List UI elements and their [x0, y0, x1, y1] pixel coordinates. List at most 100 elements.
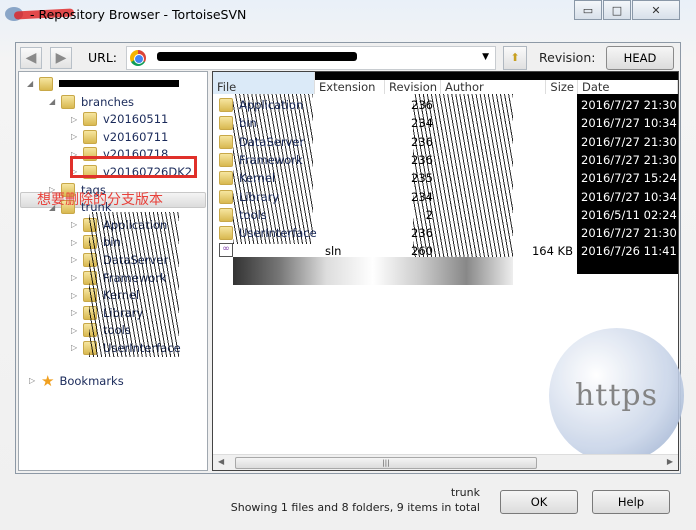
star-icon: ★ [41, 371, 55, 390]
file-date: 2016/7/27 21:30 [581, 152, 677, 167]
file-name: bin [239, 116, 257, 131]
expand-arrow-icon[interactable]: ▷ [71, 238, 83, 247]
tree-item[interactable]: ▷ v20160711 [71, 128, 168, 145]
folder-up-button[interactable]: ⬆ [503, 46, 527, 70]
column-file[interactable]: File [213, 72, 315, 94]
tree-root[interactable]: ◢ [27, 75, 179, 92]
file-date: 2016/7/26 11:41 [581, 244, 677, 259]
back-button[interactable]: ◀ [20, 47, 42, 69]
column-size[interactable]: Size [546, 80, 578, 94]
file-size: 164 KB [531, 244, 573, 259]
file-date: 2016/7/27 10:34 [581, 116, 677, 131]
file-name: tools [239, 207, 267, 222]
column-date[interactable]: Date [578, 80, 678, 94]
expand-arrow-icon[interactable]: ▷ [71, 255, 83, 264]
tree-item-label: v20160711 [103, 129, 169, 144]
table-row[interactable]: Framework 236 2016/7/27 21:30 [213, 151, 678, 169]
scroll-right-icon[interactable]: ▶ [667, 457, 673, 466]
file-revision: 234 [411, 189, 433, 204]
help-button[interactable]: Help [592, 490, 670, 514]
url-redacted [157, 52, 357, 61]
file-date: 2016/7/27 21:30 [581, 226, 677, 241]
tree-item[interactable]: ◢ branches [49, 93, 134, 110]
ok-button[interactable]: OK [500, 490, 578, 514]
table-row[interactable]: DataServer 236 2016/7/27 21:30 [213, 133, 678, 151]
folder-icon [39, 76, 53, 91]
table-row[interactable]: Kernel 235 2016/7/27 15:24 [213, 169, 678, 187]
file-revision: 236 [411, 134, 433, 149]
folder-icon [83, 112, 97, 127]
expand-arrow-icon[interactable]: ▷ [71, 308, 83, 317]
close-button[interactable]: ✕ [632, 0, 680, 20]
expand-arrow-icon[interactable]: ▷ [71, 326, 83, 335]
scroll-left-icon[interactable]: ◀ [218, 457, 224, 466]
url-input[interactable]: ▼ [126, 46, 496, 70]
browser-panel: ◀ ▶ URL: ▼ ⬆ Revision: HEAD ◢ ◢ branches ▷… [15, 42, 684, 474]
status-path: trunk [450, 486, 480, 499]
file-name: UserInterface [239, 226, 317, 241]
file-revision: 2 [425, 207, 433, 222]
maximize-button[interactable]: □ [603, 0, 631, 20]
url-label: URL: [88, 50, 118, 65]
folder-icon [219, 171, 233, 186]
folder-icon [219, 226, 233, 241]
column-author[interactable]: Author [441, 80, 546, 94]
folder-up-icon: ⬆ [510, 51, 520, 64]
expand-arrow-icon[interactable]: ◢ [49, 97, 61, 106]
folder-icon [219, 98, 233, 112]
url-dropdown-icon[interactable]: ▼ [482, 52, 489, 62]
file-revision: 234 [411, 116, 433, 131]
revision-label: Revision: [539, 50, 596, 65]
repository-browser-window: - Repository Browser - TortoiseSVN ▭ □ ✕… [0, 0, 696, 530]
column-revision[interactable]: Revision [385, 80, 441, 94]
tree-item-label: v20160511 [103, 112, 169, 127]
horizontal-scrollbar[interactable]: ◀ ||| ▶ [213, 454, 678, 470]
tree-item[interactable]: ▷ v20160511 [71, 111, 168, 128]
expand-arrow-icon[interactable]: ▷ [71, 291, 83, 300]
folder-icon [219, 207, 233, 222]
file-date: 2016/7/27 15:24 [581, 171, 677, 186]
folder-icon [61, 94, 75, 109]
file-list[interactable]: File Extension Revision Author Size Date… [212, 71, 684, 471]
file-date: 2016/7/27 21:30 [581, 98, 677, 112]
column-extension[interactable]: Extension [315, 80, 385, 94]
file-date: 2016/7/27 21:30 [581, 134, 677, 149]
folder-icon [83, 129, 97, 144]
expand-arrow-icon[interactable]: ▷ [71, 220, 83, 229]
root-url-redacted [59, 80, 179, 87]
window-title: - Repository Browser - TortoiseSVN [30, 7, 247, 22]
table-row[interactable]: Application 236 2016/7/27 21:30 [213, 96, 678, 114]
status-summary: Showing 1 files and 8 folders, 9 items i… [230, 501, 480, 514]
arrow-right-icon: ▶ [55, 50, 67, 66]
table-row[interactable]: UserInterface 236 2016/7/27 21:30 [213, 224, 678, 242]
file-revision: 235 [411, 171, 433, 186]
file-date: 2016/7/27 10:34 [581, 189, 677, 204]
file-revision: 236 [411, 98, 433, 112]
table-row[interactable]: tools 2 2016/5/11 02:24 [213, 206, 678, 224]
revision-button[interactable]: HEAD [606, 46, 674, 70]
repository-tree[interactable]: ◢ ◢ branches ▷ v20160511 ▷ v20160711 ▷ v2016071… [18, 71, 208, 471]
file-name: Application [239, 98, 304, 112]
chrome-icon [130, 50, 146, 66]
forward-button[interactable]: ▶ [50, 47, 72, 69]
redaction-scribble [89, 212, 179, 357]
file-name: Framework [239, 152, 303, 167]
file-date: 2016/5/11 02:24 [581, 207, 677, 222]
expand-arrow-icon[interactable]: ▷ [71, 115, 83, 124]
blurred-redaction [233, 257, 513, 285]
tree-item-label: branches [81, 94, 135, 109]
scroll-thumb[interactable]: ||| [235, 457, 537, 469]
table-row[interactable]: Library 234 2016/7/27 10:34 [213, 188, 678, 206]
folder-icon [219, 152, 233, 167]
expand-arrow-icon[interactable]: ▷ [71, 132, 83, 141]
tree-item-bookmarks[interactable]: ▷ ★ Bookmarks [29, 371, 124, 390]
file-name: Library [239, 189, 280, 204]
expand-arrow-icon[interactable]: ▷ [71, 343, 83, 352]
highlight-box [70, 156, 197, 178]
folder-icon [219, 189, 233, 204]
folder-icon [219, 134, 233, 149]
minimize-button[interactable]: ▭ [574, 0, 602, 20]
solution-file-icon: ∞ [219, 243, 233, 258]
table-row[interactable]: bin 234 2016/7/27 10:34 [213, 114, 678, 132]
expand-arrow-icon[interactable]: ▷ [71, 273, 83, 282]
